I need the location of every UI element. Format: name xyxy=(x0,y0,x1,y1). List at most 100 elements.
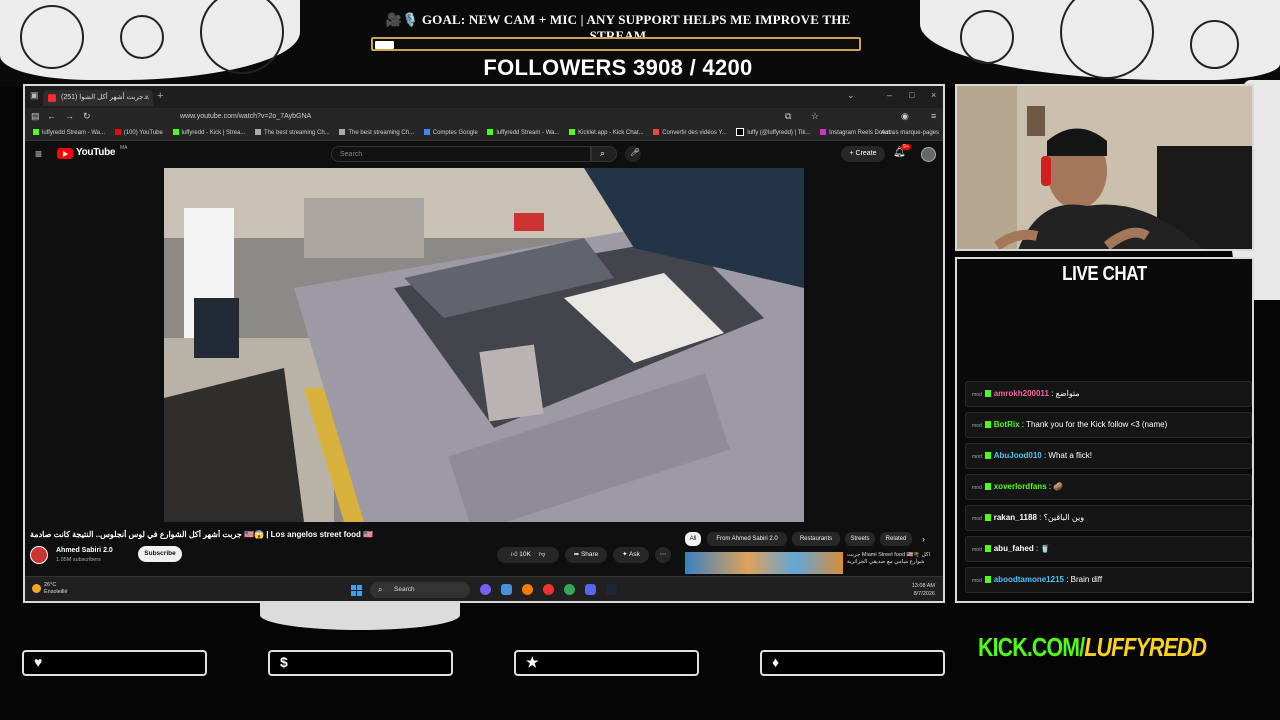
channel-name[interactable]: Ahmed Sabiri 2.0 xyxy=(56,547,113,554)
other-bookmarks[interactable]: Autres marque-pages xyxy=(881,126,939,140)
extensions-icon[interactable]: ⧉ xyxy=(785,111,791,122)
share-button[interactable]: ➦ Share xyxy=(565,547,607,563)
donation-box: $ xyxy=(268,650,453,676)
steam-icon[interactable] xyxy=(606,584,617,595)
kick-badge-icon xyxy=(984,514,991,522)
chat-message: mod rakan_1188 : وين الباقين؟ xyxy=(965,505,1252,531)
badge-icon: mod xyxy=(972,578,982,584)
recommended-title[interactable]: جربت Miami Street food 🇺🇸🌴 أكل شوارع ميا… xyxy=(847,552,942,574)
system-clock[interactable]: 13:08 AM 8/7/2026 xyxy=(912,582,935,598)
opera-icon[interactable] xyxy=(543,584,554,595)
bookmarks-bar: luffyredd Stream - Wa... (100) YouTube l… xyxy=(25,126,943,141)
search-button[interactable]: ⌕ xyxy=(591,146,617,162)
tab-title: (251) جربت أشهر أكل الشوا... xyxy=(61,94,150,101)
firefox-icon[interactable] xyxy=(522,584,533,595)
bookmark-item[interactable]: The best streaming Ch... xyxy=(255,126,330,140)
forward-icon[interactable]: → xyxy=(65,111,74,121)
webcam-feed xyxy=(955,84,1254,251)
chip-all[interactable]: All xyxy=(685,532,701,546)
like-icon[interactable]: 👍︎ xyxy=(511,551,518,558)
chat-message: mod amrokh200011 : متواضع xyxy=(965,381,1252,407)
menu-icon[interactable]: ≡ xyxy=(35,147,42,161)
bookmark-item[interactable]: luffyredd Stream - Wa... xyxy=(33,126,105,140)
bookmark-item[interactable]: Convertir des vidéos Y... xyxy=(653,126,727,140)
close-tab-icon[interactable]: × xyxy=(144,90,149,106)
bookmark-item[interactable]: The best streaming Ch... xyxy=(339,126,414,140)
chat-message: mod AbuJood010 : What a flick! xyxy=(965,443,1252,469)
search-icon: ⌕ xyxy=(600,148,606,158)
bookmark-star-icon[interactable]: ☆ xyxy=(811,111,819,122)
channel-avatar[interactable] xyxy=(30,546,48,564)
dislike-icon[interactable]: 👎︎ xyxy=(539,551,546,558)
star-icon: ★ xyxy=(526,654,539,670)
tab-list-icon[interactable]: ⌄ xyxy=(847,90,855,101)
create-button[interactable]: + Create xyxy=(841,146,885,162)
badge-icon: mod xyxy=(972,547,982,553)
chip-restaurants[interactable]: Restaurants xyxy=(792,532,840,546)
discord-icon[interactable] xyxy=(585,584,596,595)
new-tab-icon[interactable]: + xyxy=(157,90,163,102)
youtube-logo-text[interactable]: YouTube xyxy=(76,147,116,158)
minimize-icon[interactable]: – xyxy=(887,90,892,100)
bookmark-item[interactable]: Kicklet.app - Kick Chat... xyxy=(569,126,644,140)
browser-more-icon[interactable]: ≡ xyxy=(931,111,936,121)
youtube-search-input[interactable]: Search xyxy=(331,146,591,162)
goal-progress-fill xyxy=(375,41,394,49)
kick-badge-icon xyxy=(984,452,991,460)
chip-related[interactable]: Related xyxy=(880,532,912,546)
kick-badge-icon xyxy=(984,483,991,491)
account-avatar[interactable] xyxy=(921,147,936,162)
like-count: 10K xyxy=(519,551,531,558)
notification-count: 9+ xyxy=(901,144,911,150)
youtube-favicon-icon xyxy=(48,94,56,102)
chat-message: mod abu_fahed : 🥤 xyxy=(965,536,1252,562)
bookmark-item[interactable]: luffyredd Stream - Wa... xyxy=(487,126,560,140)
heart-box: ♥ xyxy=(22,650,207,676)
kick-url-prefix: KICK.COM/ xyxy=(978,632,1085,662)
screen-capture: ▣ (251) جربت أشهر أكل الشوا... × + ⌄ – □… xyxy=(23,84,945,603)
chip-streets[interactable]: Streets xyxy=(845,532,875,546)
sidebar-icon[interactable]: ▤ xyxy=(31,111,40,122)
video-player[interactable] xyxy=(164,168,804,522)
chat-message: mod aboodtamone1215 : Brain diff xyxy=(965,567,1252,593)
close-window-icon[interactable]: × xyxy=(931,90,936,100)
bookmark-item[interactable]: (100) YouTube xyxy=(114,126,163,140)
windows-taskbar: 26°C Ensoleillé ⌕ Search 13:08 AM 8/7/20… xyxy=(25,576,943,601)
url-input[interactable]: www.youtube.com/watch?v=2o_7AybGNA xyxy=(153,111,623,123)
windows-start-icon[interactable] xyxy=(351,585,362,596)
subscribe-button[interactable]: Subscribe xyxy=(138,546,182,562)
taskbar-search[interactable]: ⌕ Search xyxy=(370,582,470,598)
kick-badge-icon xyxy=(984,390,991,398)
kick-channel-url: KICK.COM/LUFFYREDD xyxy=(978,632,1207,663)
ask-button[interactable]: ✦ Ask xyxy=(613,547,649,563)
copilot-icon[interactable] xyxy=(480,584,491,595)
live-chat-panel: LIVE CHAT mod amrokh200011 : متواضع mod Bo… xyxy=(955,257,1254,603)
maximize-icon[interactable]: □ xyxy=(909,90,914,100)
bookmark-item[interactable]: luffyredd - Kick | Strea... xyxy=(172,126,245,140)
live-chat-title: LIVE CHAT xyxy=(1062,263,1147,285)
region-code: MA xyxy=(120,145,128,151)
kick-badge-icon xyxy=(984,421,991,429)
chrome-icon[interactable] xyxy=(564,584,575,595)
chip-from-channel[interactable]: From Ahmed Sabiri 2.0 xyxy=(707,532,787,546)
bookmark-item[interactable]: Comptes Google xyxy=(423,126,478,140)
recommended-thumbnail[interactable] xyxy=(685,552,843,574)
voice-search-button[interactable]: 🎤︎ xyxy=(625,146,641,162)
share-icon: ➦ xyxy=(573,551,580,558)
browser-tab[interactable]: (251) جربت أشهر أكل الشوا... × xyxy=(43,90,153,106)
bookmark-item[interactable]: luffy (@luffyredd) | Tik... xyxy=(736,126,810,140)
file-explorer-icon[interactable] xyxy=(501,584,512,595)
browser-tab-bar: ▣ (251) جربت أشهر أكل الشوا... × + ⌄ – □… xyxy=(25,86,943,108)
reload-icon[interactable]: ↻ xyxy=(83,111,91,122)
profile-icon[interactable]: ◉ xyxy=(901,111,909,122)
weather-widget[interactable]: 26°C Ensoleillé xyxy=(32,582,68,596)
browser-menu-icon[interactable]: ▣ xyxy=(30,90,39,101)
youtube-logo-icon[interactable] xyxy=(57,148,73,159)
like-dislike-button[interactable]: 👍︎ 10K 👎︎ xyxy=(497,547,559,563)
back-icon[interactable]: ← xyxy=(47,111,56,121)
kick-badge-icon xyxy=(984,545,991,553)
more-actions-button[interactable]: ⋯ xyxy=(655,547,671,563)
chevron-right-icon[interactable]: › xyxy=(922,534,925,544)
sparkle-icon: ✦ xyxy=(622,551,628,558)
search-icon: ⌕ xyxy=(378,585,383,594)
